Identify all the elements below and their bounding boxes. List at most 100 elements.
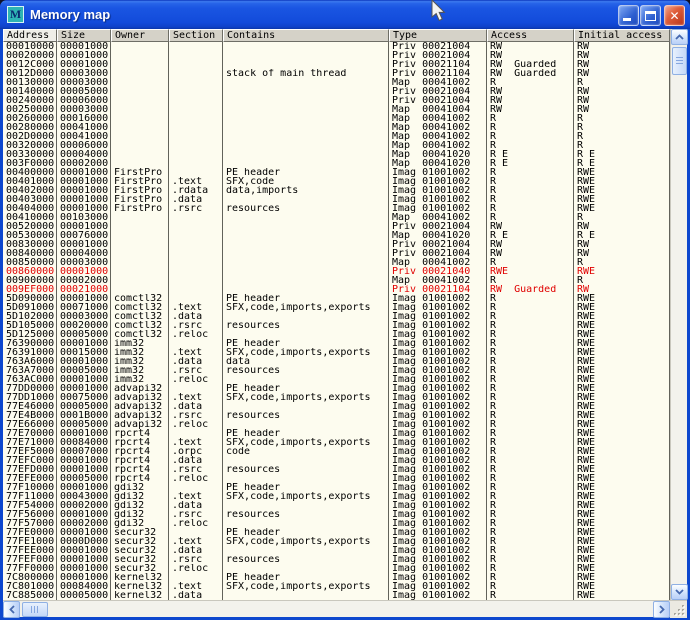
column-header-initial-access[interactable]: Initial access [574,29,670,42]
cell-size: 00001000 [57,573,111,582]
table-row[interactable]: 77EF500000007000rpcrt4.orpccodeImag 0100… [3,447,670,456]
table-row[interactable]: 5D09000000001000comctl32PE headerImag 01… [3,294,670,303]
table-row[interactable]: 002D000000041000Map 00041002RR [3,132,670,141]
cell-contains: SFX,code,imports,exports [223,492,389,501]
table-row[interactable]: 0083000000001000Priv 00021004RWRW [3,240,670,249]
cell-type: Imag 01001002 [389,402,487,411]
table-row[interactable]: 5D12500000005000comctl32.relocImag 01001… [3,330,670,339]
cell-address: 00280000 [3,123,57,132]
column-header-address[interactable]: Address [3,29,57,42]
column-header-access[interactable]: Access [487,29,574,42]
cell-section [169,78,223,87]
cell-size: 00001000 [57,483,111,492]
table-row[interactable]: 0012C00000001000Priv 00021104RW GuardedR… [3,60,670,69]
table-row[interactable]: 0040400000001000FirstPro.rsrcresourcesIm… [3,204,670,213]
table-row[interactable]: 0002000000001000Priv 00021004RWRW [3,51,670,60]
cell-address: 77E46000 [3,402,57,411]
table-row[interactable]: 7639100000015000imm32.textSFX,code,impor… [3,348,670,357]
table-row[interactable]: 003F000000002000Map 00041020R ER E [3,159,670,168]
cell-owner: kernel32 [111,573,169,582]
table-row[interactable]: 0032000000006000Map 00041002RR [3,141,670,150]
table-row[interactable]: 77DD000000001000advapi32PE headerImag 01… [3,384,670,393]
scroll-left-button[interactable] [3,601,20,618]
table-row[interactable]: 77EFC00000001000rpcrt4.dataImag 01001002… [3,456,670,465]
table-row[interactable]: 7C80100000084000kernel32.textSFX,code,im… [3,582,670,591]
table-row[interactable]: 0033000000004000Map 00041020R ER E [3,150,670,159]
table-row[interactable]: 7C80000000001000kernel32PE headerImag 01… [3,573,670,582]
table-row[interactable]: 763A600000001000imm32.datadataImag 01001… [3,357,670,366]
column-header-type[interactable]: Type [389,29,487,42]
table-row[interactable]: 0026000000016000Map 00041002RR [3,114,670,123]
column-header-contains[interactable]: Contains [223,29,389,42]
minimize-button[interactable] [618,5,639,26]
table-row[interactable]: 0024000000006000Priv 00021004RWRW [3,96,670,105]
maximize-button[interactable] [640,5,661,26]
table-row[interactable]: 77F5400000002000gdi32.dataImag 01001002R… [3,501,670,510]
table-row[interactable]: 77E6600000005000advapi32.relocImag 01001… [3,420,670,429]
table-row[interactable]: 0085000000003000Map 00041002RR [3,258,670,267]
table-row[interactable]: 77FE000000001000secur32PE headerImag 010… [3,528,670,537]
cell-section [169,285,223,294]
table-row[interactable]: 0040000000001000FirstProPE headerImag 01… [3,168,670,177]
table-row[interactable]: 77EFE00000005000rpcrt4.relocImag 0100100… [3,474,670,483]
table-row[interactable]: 77E4B0000001B000advapi32.rsrcresourcesIm… [3,411,670,420]
table-row[interactable]: 77FF000000001000secur32.relocImag 010010… [3,564,670,573]
table-row[interactable]: 77F1100000043000gdi32.textSFX,code,impor… [3,492,670,501]
table-row[interactable]: 0028000000041000Map 00041002RR [3,123,670,132]
table-row[interactable]: 5D10200000003000comctl32.dataImag 010010… [3,312,670,321]
table-row[interactable]: 0040200000001000FirstPro.rdatadata,impor… [3,186,670,195]
table-row[interactable]: 5D10500000020000comctl32.rsrcresourcesIm… [3,321,670,330]
window-icon[interactable]: M [7,6,24,23]
table-row[interactable]: 0012D00000003000stack of main threadPriv… [3,69,670,78]
scroll-up-button[interactable] [671,29,688,45]
table-row[interactable]: 763AC00000001000imm32.relocImag 01001002… [3,375,670,384]
table-row[interactable]: 77F1000000001000gdi32PE headerImag 01001… [3,483,670,492]
close-button[interactable]: ✕ [664,5,685,26]
table-row[interactable]: 0041000000103000Map 00041002RR [3,213,670,222]
table-row[interactable]: 0084000000004000Priv 00021004RWRW [3,249,670,258]
vertical-scroll-thumb[interactable] [672,47,687,75]
table-row[interactable]: 77EFD00000001000rpcrt4.rsrcresourcesImag… [3,465,670,474]
cell-size: 00005000 [57,420,111,429]
scroll-down-button[interactable] [671,584,688,600]
table-row[interactable]: 77FEF00000001000secur32.rsrcresourcesIma… [3,555,670,564]
resize-grip[interactable] [670,601,687,618]
table-row[interactable]: 77F5600000001000gdi32.rsrcresourcesImag … [3,510,670,519]
table-row[interactable]: 77E7000000001000rpcrt4PE headerImag 0100… [3,429,670,438]
table-row[interactable]: 77E4600000005000advapi32.dataImag 010010… [3,402,670,411]
vertical-scrollbar[interactable] [670,29,687,600]
table-row[interactable]: 7639000000001000imm32PE headerImag 01001… [3,339,670,348]
table-row[interactable]: 009EF00000021000Priv 00021104RW GuardedR… [3,285,670,294]
table-row[interactable]: 0025000000003000Map 00041004RWRW [3,105,670,114]
table-row[interactable]: 0040100000001000FirstPro.textSFX,codeIma… [3,177,670,186]
table-header: AddressSizeOwnerSectionContainsTypeAcces… [3,29,670,42]
column-header-owner[interactable]: Owner [111,29,169,42]
vertical-scroll-track[interactable] [671,75,687,584]
table-row[interactable]: 77FE10000000D000secur32.textSFX,code,imp… [3,537,670,546]
table-row[interactable]: 77FEE00000001000secur32.dataImag 0100100… [3,546,670,555]
table-row[interactable]: 0001000000001000Priv 00021004RWRW [3,42,670,51]
table-row[interactable]: 5D09100000071000comctl32.textSFX,code,im… [3,303,670,312]
chevron-up-icon [675,34,684,40]
table-row[interactable]: 0014000000005000Priv 00021004RWRW [3,87,670,96]
cell-section [169,483,223,492]
horizontal-scroll-track[interactable] [48,601,653,617]
titlebar[interactable]: M Memory map ✕ [0,0,690,29]
column-header-size[interactable]: Size [57,29,111,42]
horizontal-scrollbar[interactable] [3,600,687,617]
table-row[interactable]: 7C88500000005000kernel32.dataImag 010010… [3,591,670,600]
table-row[interactable]: 0040300000001000FirstPro.dataImag 010010… [3,195,670,204]
table-row[interactable]: 0053000000076000Map 00041020R ER E [3,231,670,240]
cell-contains: resources [223,366,389,375]
table-row[interactable]: 77F5700000002000gdi32.relocImag 01001002… [3,519,670,528]
table-row[interactable]: 0086000000001000Priv 00021040RWERWE [3,267,670,276]
horizontal-scroll-thumb[interactable] [22,602,48,617]
table-row[interactable]: 0013000000003000Map 00041002RR [3,78,670,87]
table-row[interactable]: 0052000000001000Priv 00021004RWRW [3,222,670,231]
scroll-right-button[interactable] [653,601,670,618]
column-header-section[interactable]: Section [169,29,223,42]
table-row[interactable]: 0090000000002000Map 00041002RR [3,276,670,285]
table-row[interactable]: 763A700000005000imm32.rsrcresourcesImag … [3,366,670,375]
table-row[interactable]: 77DD100000075000advapi32.textSFX,code,im… [3,393,670,402]
table-row[interactable]: 77E7100000084000rpcrt4.textSFX,code,impo… [3,438,670,447]
